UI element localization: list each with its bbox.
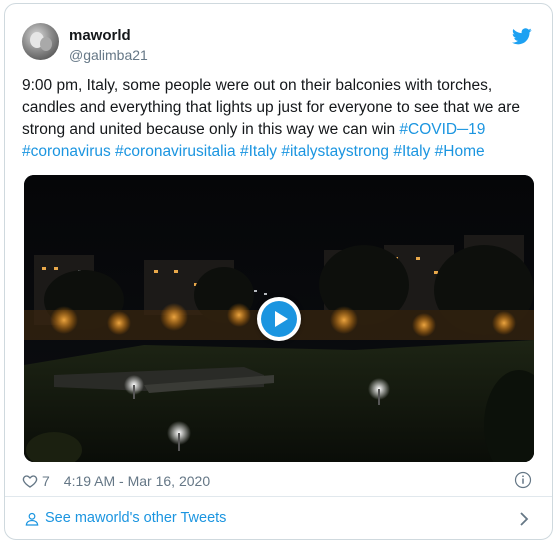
like-count[interactable]: 7	[42, 473, 50, 489]
chevron-right-icon	[520, 512, 529, 526]
tweet-meta: 7 4:19 AM - Mar 16, 2020	[22, 471, 210, 491]
timestamp[interactable]: 4:19 AM - Mar 16, 2020	[64, 473, 210, 489]
person-icon	[25, 512, 39, 526]
display-name[interactable]: maworld	[69, 27, 131, 44]
avatar[interactable]	[22, 23, 59, 60]
see-other-tweets-label: See maworld's other Tweets	[45, 510, 227, 526]
twitter-bird-icon[interactable]	[512, 28, 532, 45]
play-icon	[275, 311, 288, 327]
embedded-tweet-card: maworld @galimba21 9:00 pm, Italy, some …	[4, 3, 553, 540]
tweet-text: 9:00 pm, Italy, some people were out on …	[22, 75, 538, 163]
see-other-tweets-link[interactable]: See maworld's other Tweets	[5, 497, 552, 539]
user-handle[interactable]: @galimba21	[69, 47, 148, 63]
play-button[interactable]	[257, 297, 301, 341]
heart-icon[interactable]	[22, 473, 38, 489]
video-thumbnail[interactable]	[24, 175, 534, 462]
info-icon[interactable]	[514, 471, 532, 489]
